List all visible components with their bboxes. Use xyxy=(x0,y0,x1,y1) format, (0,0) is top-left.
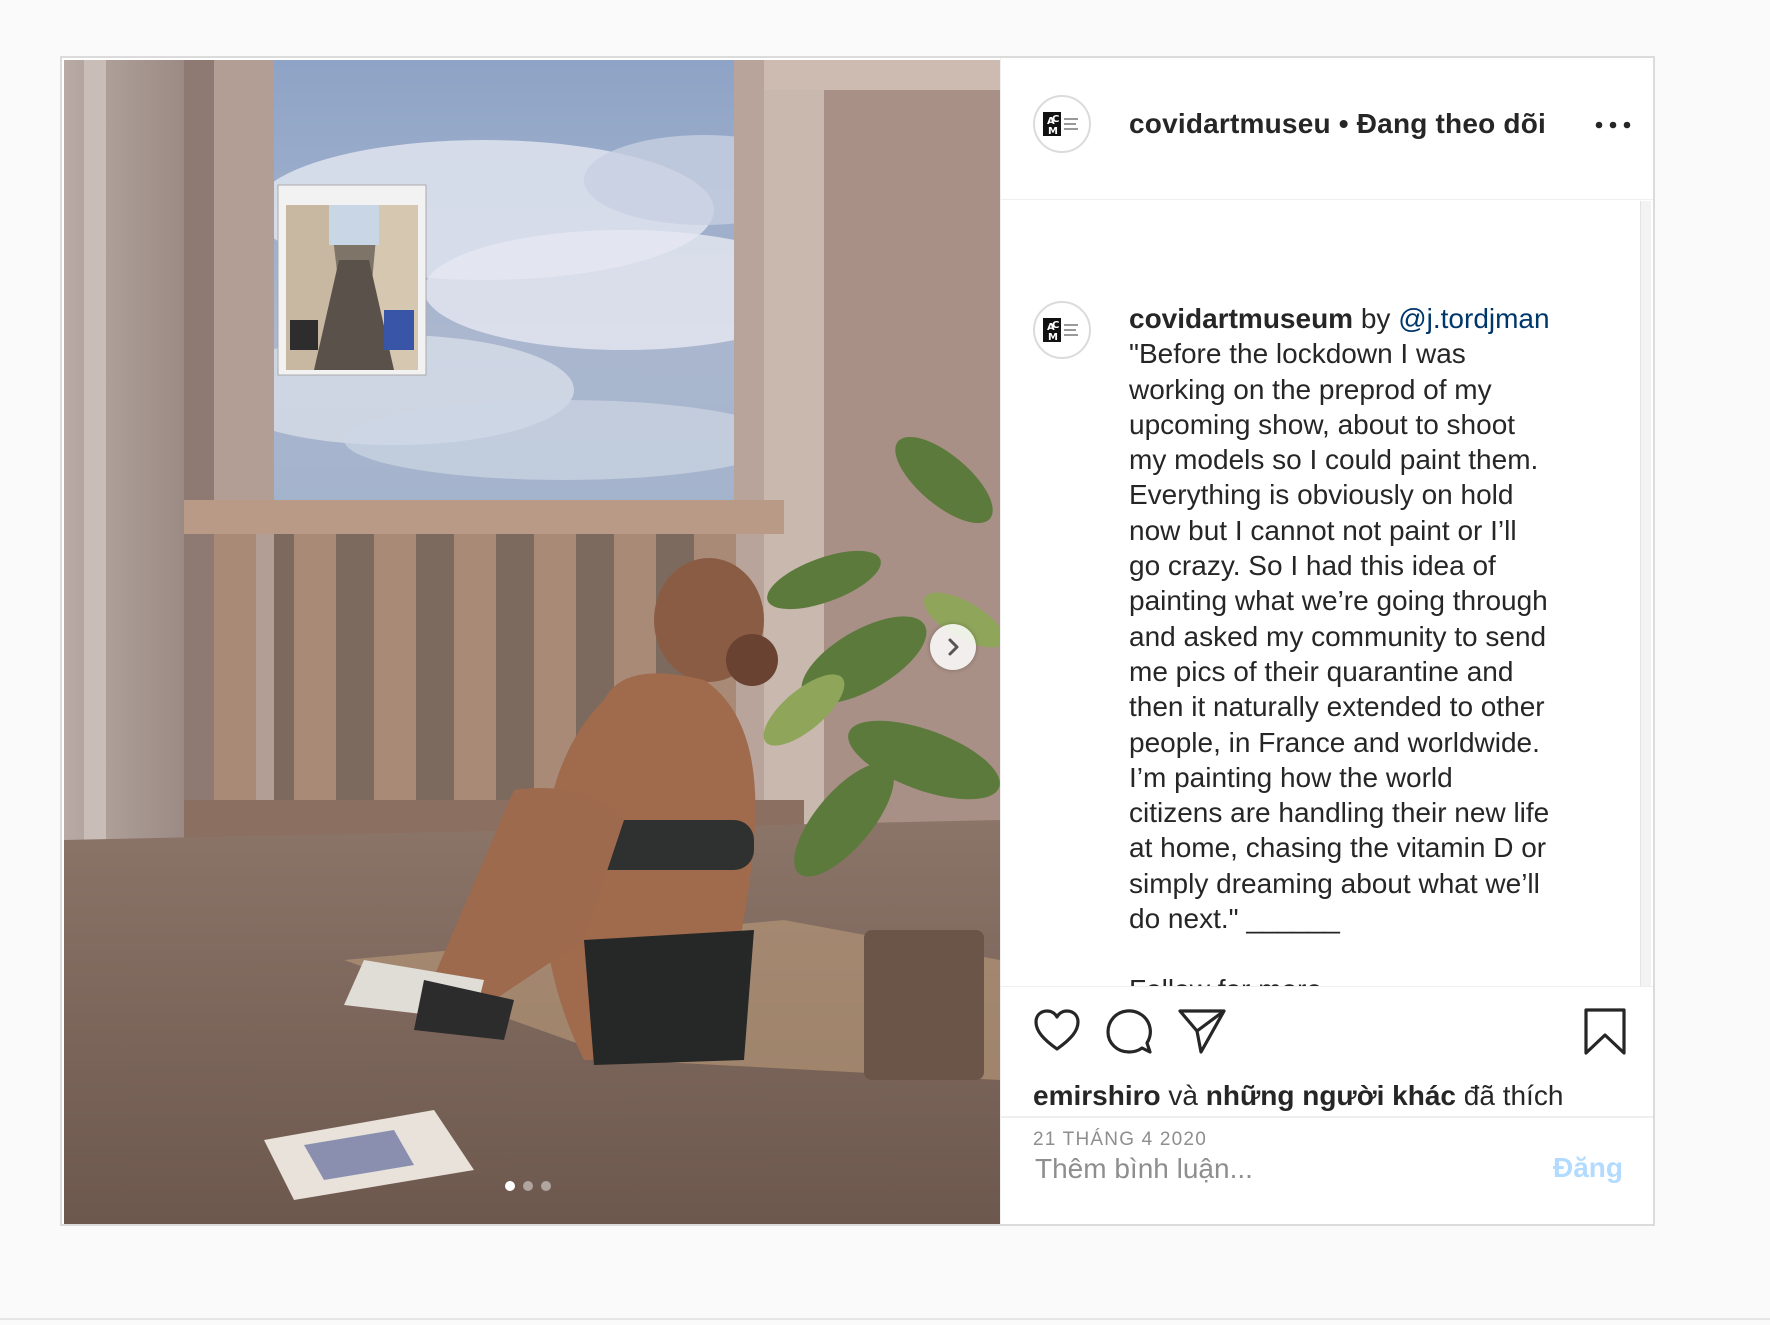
painting-artwork xyxy=(64,60,1000,1224)
avatar[interactable]: A C M xyxy=(1033,301,1091,359)
next-slide-button[interactable] xyxy=(930,624,976,670)
svg-text:C: C xyxy=(1052,320,1059,331)
more-options-icon[interactable] xyxy=(1593,118,1633,132)
page-divider xyxy=(0,1318,1770,1320)
acm-logo-icon: A C M xyxy=(1043,316,1081,344)
caption-mention-link[interactable]: @j.tordjman xyxy=(1398,303,1549,334)
header-username[interactable]: covidartmuseu xyxy=(1129,108,1331,139)
caption-scroll-area[interactable]: A C M covidartmuseum by @j.tordjman "Bef… xyxy=(1001,201,1639,986)
header-title: covidartmuseu • Đang theo dõi xyxy=(1129,108,1546,140)
carousel-dot xyxy=(505,1181,515,1191)
acm-logo-icon: A C M xyxy=(1043,110,1081,138)
carousel-dot xyxy=(523,1181,533,1191)
caption-text: "Before the lockdown I was working on th… xyxy=(1129,338,1550,986)
likes-liked: đã thích xyxy=(1456,1080,1564,1111)
svg-text:C: C xyxy=(1052,114,1059,125)
header-separator: • xyxy=(1330,108,1357,139)
follow-status[interactable]: Đang theo dõi xyxy=(1357,108,1546,139)
svg-text:M: M xyxy=(1048,126,1058,137)
post-caption: covidartmuseum by @j.tordjman "Before th… xyxy=(1129,301,1599,986)
comment-icon[interactable] xyxy=(1105,1007,1153,1055)
post-header: A C M covidartmuseu • Đang theo dõi xyxy=(1001,58,1653,200)
comment-form: Đăng xyxy=(1001,1116,1653,1224)
send-icon[interactable] xyxy=(1177,1007,1227,1055)
post-image[interactable] xyxy=(64,60,1000,1224)
caption-username[interactable]: covidartmuseum xyxy=(1129,303,1353,334)
chevron-right-icon xyxy=(948,638,959,656)
avatar[interactable]: A C M xyxy=(1033,95,1091,153)
scrollbar[interactable] xyxy=(1640,201,1651,986)
liker-username[interactable]: emirshiro xyxy=(1033,1080,1161,1111)
post-side-panel: A C M covidartmuseu • Đang theo dõi A C … xyxy=(1000,58,1653,1224)
carousel-indicator xyxy=(505,1181,551,1191)
post-dialog: A C M covidartmuseu • Đang theo dõi A C … xyxy=(60,56,1655,1226)
caption-by: by xyxy=(1353,303,1399,334)
comment-input[interactable] xyxy=(1033,1148,1517,1190)
likes-and: và xyxy=(1160,1080,1206,1111)
heart-icon[interactable] xyxy=(1033,1009,1081,1053)
carousel-dot xyxy=(541,1181,551,1191)
post-comment-button[interactable]: Đăng xyxy=(1553,1152,1623,1184)
bookmark-icon[interactable] xyxy=(1583,1007,1627,1057)
svg-text:M: M xyxy=(1048,332,1058,343)
likes-others-link[interactable]: những người khác xyxy=(1206,1080,1456,1111)
likes-summary: emirshiro và những người khác đã thích xyxy=(1033,1080,1563,1112)
